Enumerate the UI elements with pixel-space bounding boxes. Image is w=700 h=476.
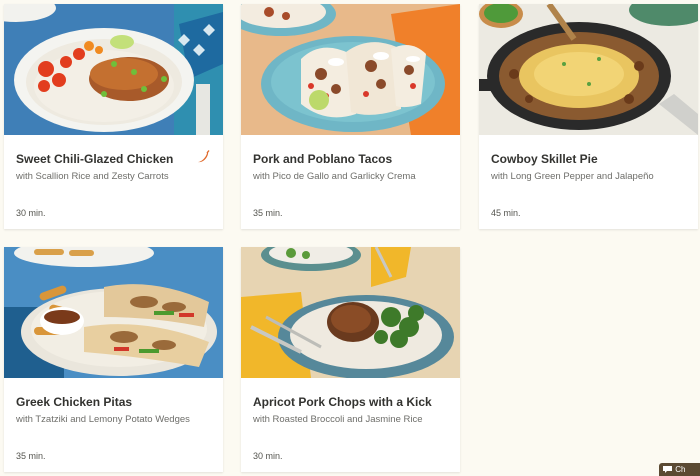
recipe-photo[interactable] [241, 247, 460, 378]
recipe-subtitle: with Tzatziki and Lemony Potato Wedges [16, 414, 190, 425]
recipe-subtitle: with Scallion Rice and Zesty Carrots [16, 171, 169, 182]
recipe-title[interactable]: Apricot Pork Chops with a Kick [253, 395, 443, 409]
recipe-photo[interactable] [241, 4, 460, 135]
recipe-photo[interactable] [4, 247, 223, 378]
chat-bubble-icon [663, 466, 672, 474]
recipe-subtitle: with Pico de Gallo and Garlicky Crema [253, 171, 416, 182]
chat-button[interactable]: Ch [659, 463, 700, 476]
chat-label: Ch [675, 465, 686, 474]
recipe-title[interactable]: Greek Chicken Pitas [16, 395, 206, 409]
recipe-card[interactable]: Apricot Pork Chops with a Kick with Roas… [241, 247, 460, 472]
recipe-time: 35 min. [16, 451, 46, 461]
recipe-time: 35 min. [253, 208, 283, 218]
recipe-time: 30 min. [16, 208, 46, 218]
recipe-time: 45 min. [491, 208, 521, 218]
recipe-photo[interactable] [479, 4, 698, 135]
recipe-title[interactable]: Sweet Chili-Glazed Chicken [16, 152, 206, 166]
recipe-card[interactable]: Sweet Chili-Glazed Chicken with Scallion… [4, 4, 223, 229]
recipe-photo[interactable] [4, 4, 223, 135]
recipe-card[interactable]: Pork and Poblano Tacos with Pico de Gall… [241, 4, 460, 229]
recipe-subtitle: with Long Green Pepper and Jalapeño [491, 171, 654, 182]
chili-pepper-icon [198, 150, 210, 163]
recipe-time: 30 min. [253, 451, 283, 461]
recipe-subtitle: with Roasted Broccoli and Jasmine Rice [253, 414, 423, 425]
recipe-card[interactable]: Cowboy Skillet Pie with Long Green Peppe… [479, 4, 698, 229]
recipe-title[interactable]: Pork and Poblano Tacos [253, 152, 443, 166]
recipe-title[interactable]: Cowboy Skillet Pie [491, 152, 681, 166]
recipe-card[interactable]: Greek Chicken Pitas with Tzatziki and Le… [4, 247, 223, 472]
